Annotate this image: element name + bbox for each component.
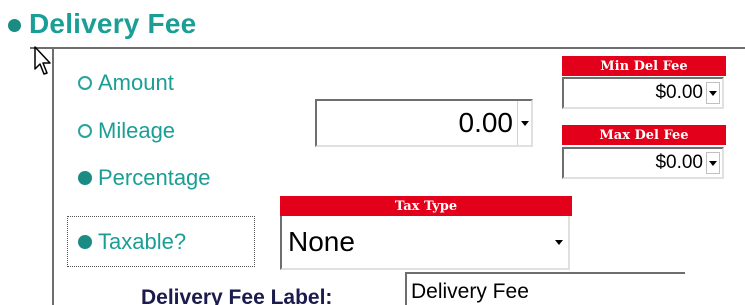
radio-mileage[interactable]: Mileage	[78, 118, 175, 144]
section-header: Delivery Fee	[8, 8, 196, 40]
mouse-cursor-icon	[34, 46, 51, 75]
fee-value-combo[interactable]: 0.00	[315, 99, 533, 147]
chevron-down-icon	[709, 160, 717, 166]
min-del-fee-value[interactable]: $0.00	[655, 82, 706, 104]
section-title: Delivery Fee	[29, 8, 197, 39]
tax-type-label: Tax Type	[280, 196, 572, 216]
delivery-fee-label-value[interactable]: Delivery Fee	[411, 280, 529, 303]
fee-value-dropdown-button[interactable]	[517, 101, 531, 145]
radio-percentage-circle[interactable]	[78, 171, 92, 185]
fee-value-text[interactable]: 0.00	[459, 107, 518, 139]
tax-type-value[interactable]: None	[282, 226, 552, 258]
max-del-fee-value[interactable]: $0.00	[655, 152, 706, 174]
tax-type-dropdown-button[interactable]	[552, 224, 566, 260]
tax-type-combo[interactable]: None	[280, 216, 570, 270]
header-bullet-icon	[8, 18, 21, 32]
radio-amount[interactable]: Amount	[78, 70, 174, 96]
min-del-fee-dropdown-button[interactable]	[706, 82, 720, 104]
max-del-fee-label: Max Del Fee	[562, 125, 726, 145]
taxable-indicator[interactable]	[78, 234, 92, 249]
taxable-checkbox[interactable]: Taxable?	[67, 216, 255, 267]
radio-amount-circle[interactable]	[78, 76, 92, 90]
radio-amount-label: Amount	[98, 70, 174, 95]
radio-percentage-label: Percentage	[98, 165, 211, 190]
delivery-fee-label-input[interactable]: Delivery Fee	[405, 272, 685, 305]
chevron-down-icon	[555, 239, 563, 245]
min-del-fee-combo[interactable]: $0.00	[562, 77, 724, 109]
max-del-fee-combo[interactable]: $0.00	[562, 147, 724, 179]
taxable-label: Taxable?	[98, 228, 187, 254]
chevron-down-icon	[520, 120, 529, 126]
radio-mileage-label: Mileage	[98, 118, 176, 143]
radio-mileage-circle[interactable]	[78, 124, 92, 138]
radio-percentage[interactable]: Percentage	[78, 165, 211, 191]
max-del-fee-dropdown-button[interactable]	[706, 152, 720, 174]
delivery-fee-label-caption: Delivery Fee Label:	[141, 286, 333, 305]
chevron-down-icon	[709, 90, 717, 96]
min-del-fee-label: Min Del Fee	[562, 56, 726, 76]
